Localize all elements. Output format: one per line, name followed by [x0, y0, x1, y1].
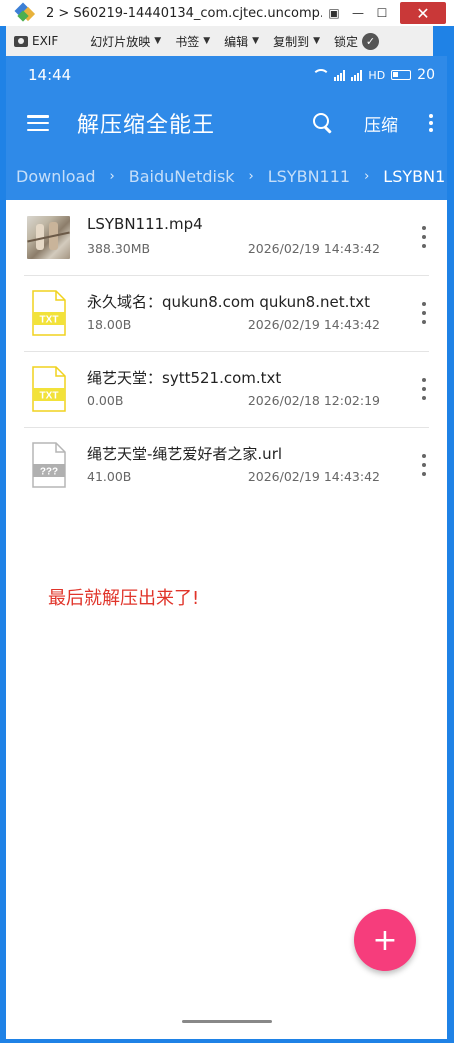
- unknown-file-icon: ???: [31, 442, 67, 488]
- file-date: 2026/02/19 14:43:42: [247, 241, 380, 256]
- edit-menu[interactable]: 编辑 ▼: [224, 33, 259, 50]
- close-button[interactable]: ✕: [400, 2, 446, 24]
- file-name: 绳艺天堂-绳艺爱好者之家.url: [87, 445, 283, 463]
- file-date: 2026/02/19 14:43:42: [247, 469, 380, 484]
- list-item[interactable]: LSYBN111.mp4 388.30MB 2026/02/19 14:43:4…: [6, 200, 447, 276]
- minimize-button[interactable]: —: [346, 3, 370, 23]
- chevron-right-icon: ›: [364, 168, 370, 184]
- svg-text:???: ???: [40, 467, 58, 478]
- status-icons: HD 20: [312, 67, 435, 83]
- slideshow-label: 幻灯片放映: [90, 34, 151, 49]
- chevron-down-icon: ▼: [252, 36, 260, 46]
- chevron-down-icon: ▼: [203, 36, 211, 46]
- gesture-home-bar: [182, 1020, 272, 1023]
- file-size: 388.30MB: [87, 241, 151, 256]
- chevron-right-icon: ›: [109, 168, 115, 184]
- signal-icon: [351, 69, 363, 81]
- breadcrumb-current[interactable]: LSYBN111: [383, 167, 447, 186]
- txt-file-icon: TXT: [31, 366, 67, 412]
- file-date: 2026/02/18 12:02:19: [247, 393, 380, 408]
- file-list: LSYBN111.mp4 388.30MB 2026/02/19 14:43:4…: [6, 200, 447, 504]
- list-item[interactable]: ??? 绳艺天堂-绳艺爱好者之家.url 41.00B 2026/02/19 1…: [6, 428, 447, 504]
- lock-label: 锁定: [334, 34, 359, 49]
- txt-file-icon: TXT: [31, 290, 67, 336]
- battery-level: 20: [417, 67, 435, 83]
- bookmarks-menu[interactable]: 书签 ▼: [175, 33, 210, 50]
- app-title: 解压缩全能王: [77, 113, 216, 138]
- battery-icon: [391, 70, 412, 80]
- chevron-down-icon: ▼: [154, 36, 162, 46]
- file-size: 18.00B: [87, 317, 132, 332]
- status-bar: 14:44 HD 20: [6, 56, 447, 94]
- window-titlebar: 2 > S60219-14440134_com.cjtec.uncomp... …: [0, 0, 454, 26]
- svg-text:TXT: TXT: [40, 391, 59, 402]
- more-options-icon[interactable]: [429, 114, 433, 132]
- bookmarks-label: 书签: [175, 34, 200, 49]
- chevron-right-icon: ›: [248, 168, 254, 184]
- add-fab-button[interactable]: +: [354, 909, 416, 971]
- window-title: 2 > S60219-14440134_com.cjtec.uncomp...: [46, 5, 322, 21]
- file-size: 41.00B: [87, 469, 132, 484]
- svg-text:TXT: TXT: [40, 315, 59, 326]
- list-item[interactable]: TXT 永久域名：qukun8.com qukun8.net.txt 18.00…: [6, 276, 447, 352]
- more-options-icon[interactable]: [422, 226, 426, 248]
- copy-to-label: 复制到: [273, 34, 310, 49]
- search-icon[interactable]: [312, 112, 334, 134]
- lock-button[interactable]: 锁定 ✓: [334, 32, 380, 50]
- compress-button[interactable]: 压缩: [364, 111, 398, 136]
- wifi-icon: [312, 69, 331, 81]
- breadcrumb-item[interactable]: BaiduNetdisk: [129, 167, 235, 186]
- exif-label: EXIF: [32, 34, 59, 48]
- chevron-down-icon: ▼: [313, 36, 320, 46]
- copy-to-menu[interactable]: 复制到 ▼: [273, 33, 320, 50]
- status-time: 14:44: [28, 66, 72, 84]
- file-size: 0.00B: [87, 393, 124, 408]
- breadcrumb-item[interactable]: Download: [16, 167, 96, 186]
- file-name: LSYBN111.mp4: [87, 215, 203, 233]
- file-name: 绳艺天堂：sytt521.com.txt: [87, 369, 282, 387]
- breadcrumb-item[interactable]: LSYBN111: [268, 167, 350, 186]
- more-options-icon[interactable]: [422, 378, 426, 400]
- slideshow-menu[interactable]: 幻灯片放映 ▼: [90, 33, 161, 50]
- signal-icon: [334, 69, 346, 81]
- annotation-text: 最后就解压出来了!: [48, 588, 200, 609]
- hamburger-menu-icon[interactable]: [27, 115, 49, 131]
- exif-button[interactable]: EXIF: [6, 34, 58, 48]
- viewer-toolbar: EXIF 幻灯片放映 ▼ 书签 ▼ 编辑 ▼ 复制到 ▼ 锁定 ✓: [6, 26, 433, 56]
- camera-icon: [14, 35, 28, 47]
- app-logo-icon: [14, 2, 36, 24]
- screenshot-icon[interactable]: ▣: [322, 3, 346, 23]
- more-options-icon[interactable]: [422, 454, 426, 476]
- file-date: 2026/02/19 14:43:42: [247, 317, 380, 332]
- hd-indicator: HD: [368, 68, 386, 82]
- app-bar: 14:44 HD 20 解压缩全能王 压缩 Download › BaiduNe…: [6, 56, 447, 200]
- edit-label: 编辑: [224, 34, 249, 49]
- app-toolbar: 解压缩全能王 压缩: [6, 94, 447, 152]
- more-options-icon[interactable]: [422, 302, 426, 324]
- checkmark-icon: ✓: [362, 32, 380, 50]
- list-item[interactable]: TXT 绳艺天堂：sytt521.com.txt 0.00B 2026/02/1…: [6, 352, 447, 428]
- breadcrumb: Download › BaiduNetdisk › LSYBN111 › LSY…: [6, 152, 447, 200]
- video-thumbnail: [27, 216, 70, 259]
- phone-screen: 14:44 HD 20 解压缩全能王 压缩 Download › BaiduNe…: [6, 56, 447, 1039]
- maximize-button[interactable]: ☐: [370, 3, 394, 23]
- file-name: 永久域名：qukun8.com qukun8.net.txt: [87, 293, 370, 311]
